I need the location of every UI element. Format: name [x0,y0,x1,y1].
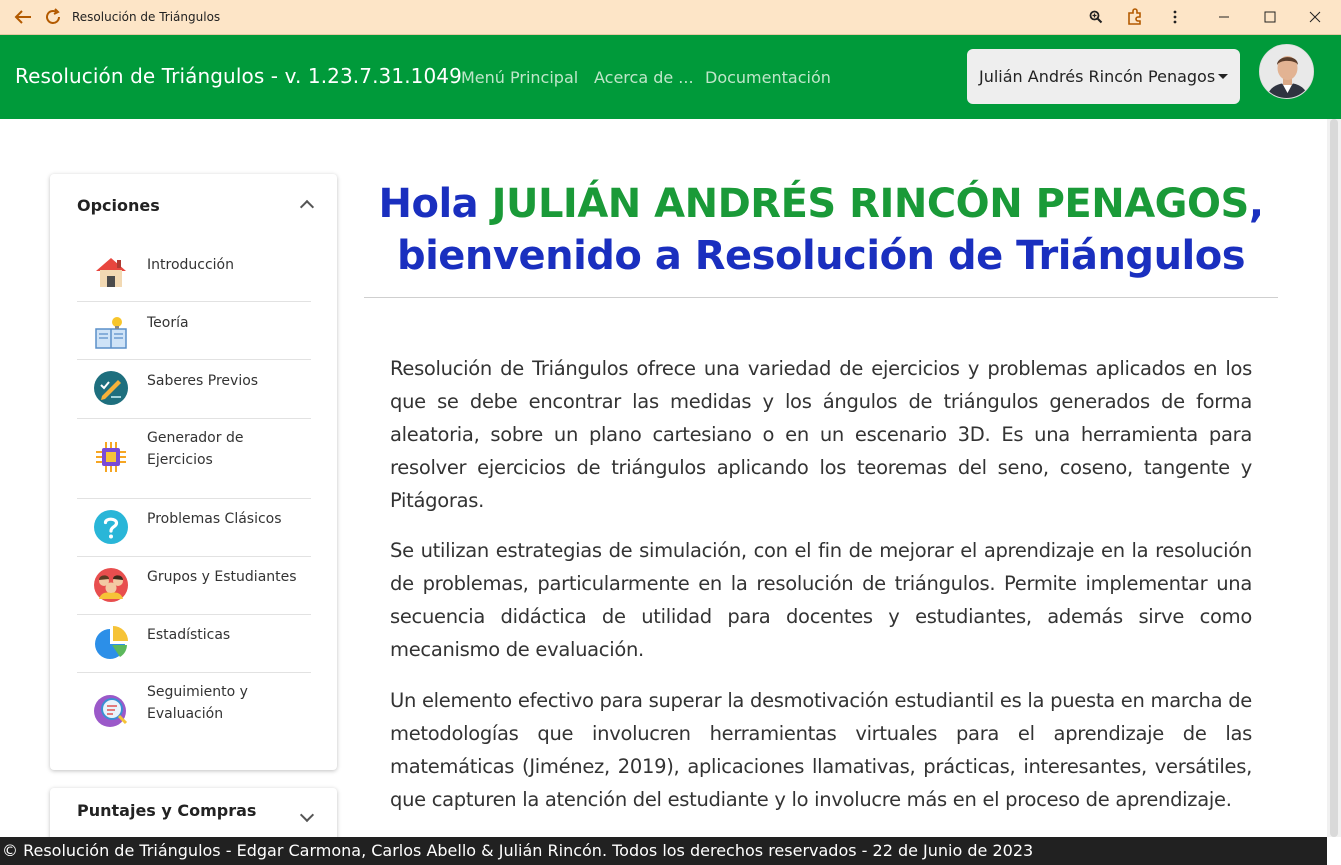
sidebar-item-label: Seguimiento y Evaluación [147,684,248,722]
close-icon[interactable] [1304,6,1326,28]
options-card: Opciones Introducción Teoría Saberes Pre… [50,174,337,770]
greeting-line2: bienvenido a Resolución de Triángulos [396,233,1246,279]
chevron-down-icon[interactable] [299,807,315,823]
more-menu-icon[interactable] [1164,6,1186,28]
sidebar-item-label: Estadísticas [147,627,231,643]
magnifier-report-icon [94,695,128,727]
pie-chart-icon [95,626,128,659]
book-lightbulb-icon [95,317,127,349]
sidebar-item-saberes-previos[interactable]: Saberes Previos [77,360,311,419]
chip-icon [96,442,126,472]
sidebar-item-label: Teoría [147,315,189,331]
options-card-title[interactable]: Opciones [77,196,160,215]
title-divider [364,297,1278,298]
sidebar-item-label: Generador de Ejercicios [147,430,244,468]
greeting-suffix: , [1248,181,1264,227]
nav-link-menu-principal[interactable]: Menú Principal [461,68,578,87]
scrollbar-thumb[interactable] [1330,119,1338,837]
user-name: Julián Andrés Rincón Penagos [979,67,1216,86]
sidebar-item-generador-de-ejercicios[interactable]: Generador de Ejercicios [77,419,311,499]
house-icon [96,258,126,287]
pencil-check-icon [94,371,128,405]
intro-paragraph-2: Se utilizan estrategias de simulación, c… [390,539,1252,661]
window-titlebar: Resolución de Triángulos [0,0,1341,35]
caret-down-icon [1218,74,1228,79]
back-arrow-icon[interactable] [12,6,34,28]
maximize-icon[interactable] [1259,6,1281,28]
nav-link-acerca-de[interactable]: Acerca de ... [594,68,694,87]
question-icon [94,510,128,544]
window-title: Resolución de Triángulos [72,10,221,24]
sidebar-item-introduccion[interactable]: Introducción [77,244,311,302]
page-title: Hola JULIÁN ANDRÉS RINCÓN PENAGOS, bienv… [364,178,1278,282]
nav-link-documentacion[interactable]: Documentación [705,68,831,87]
app-navbar: Resolución de Triángulos - v. 1.23.7.31.… [0,35,1341,119]
chevron-up-icon[interactable] [299,199,315,215]
zoom-icon[interactable] [1085,6,1107,28]
page-scrollbar[interactable] [1327,119,1341,837]
sidebar-item-grupos-y-estudiantes[interactable]: Grupos y Estudiantes [77,557,311,615]
footer-text: © Resolución de Triángulos - Edgar Carmo… [2,841,1034,860]
sidebar-item-estadisticas[interactable]: Estadísticas [77,615,311,673]
sidebar-item-label: Introducción [147,257,234,273]
greeting-user-name: JULIÁN ANDRÉS RINCÓN PENAGOS [491,181,1250,227]
refresh-icon[interactable] [42,6,64,28]
scores-card-title[interactable]: Puntajes y Compras [77,801,256,820]
sidebar-item-problemas-clasicos[interactable]: Problemas Clásicos [77,499,311,557]
sidebar-item-label: Problemas Clásicos [147,511,282,527]
sidebar-item-teoria[interactable]: Teoría [77,302,311,360]
extensions-icon[interactable] [1124,6,1146,28]
minimize-icon[interactable] [1213,6,1235,28]
sidebar-item-label: Grupos y Estudiantes [147,569,297,585]
app-brand[interactable]: Resolución de Triángulos - v. 1.23.7.31.… [15,64,462,88]
group-icon [94,568,128,602]
avatar[interactable] [1259,44,1314,99]
intro-paragraph-1: Resolución de Triángulos ofrece una vari… [390,357,1252,512]
footer: © Resolución de Triángulos - Edgar Carmo… [0,837,1327,865]
sidebar-item-seguimiento-y-evaluacion[interactable]: Seguimiento y Evaluación [77,673,311,753]
user-menu-button[interactable]: Julián Andrés Rincón Penagos [967,49,1240,104]
sidebar-item-label: Saberes Previos [147,373,259,389]
greeting-prefix: Hola [378,181,492,227]
intro-paragraph-3: Un elemento efectivo para superar la des… [390,689,1252,811]
